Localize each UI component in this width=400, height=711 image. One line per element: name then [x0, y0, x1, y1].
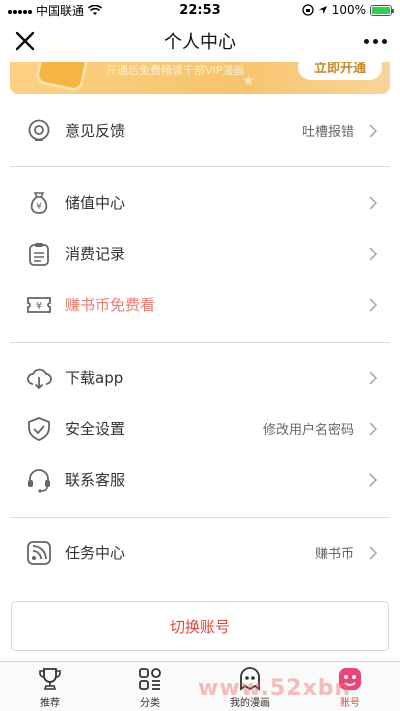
shield-icon [28, 416, 50, 441]
tab-label-recommend: 推荐 [40, 698, 60, 709]
cloud-download-icon [27, 368, 52, 389]
vip-badge-icon [34, 62, 90, 93]
chevron-right-icon [369, 123, 378, 138]
nav-bar: 个人中心 [0, 20, 400, 62]
menu-label-service: 联系客服 [65, 471, 126, 489]
chevron-right-icon [369, 472, 378, 487]
menu-label-security: 安全设置 [65, 420, 126, 438]
menu-group-wallet: ¥ 储值中心 消费记录 ¥ 赚书币免费看 [0, 177, 400, 330]
tab-label-my-comics: 我的漫画 [230, 698, 270, 709]
status-right: 100% [302, 3, 394, 17]
menu-value-feedback: 吐槽报错 [301, 125, 354, 140]
menu-label-download: 下载app [65, 369, 124, 387]
menu-label-free-coin: 赚书币免费看 [65, 296, 156, 314]
category-icon [139, 668, 161, 690]
menu-label-feedback: 意见反馈 [65, 122, 126, 140]
chevron-right-icon [369, 195, 378, 210]
lock-rotation-icon [302, 4, 314, 16]
tab-category[interactable]: 分类 [100, 662, 200, 711]
menu-item-recharge[interactable]: ¥ 储值中心 [0, 177, 400, 228]
carrier-label: 中国联通 [36, 3, 85, 18]
menu-item-service[interactable]: 联系客服 [0, 454, 400, 505]
vip-banner[interactable]: 开通后免费畅读千部VIP漫画 ★ 立即开通 [10, 62, 390, 94]
vip-banner-text: 开通后免费畅读千部VIP漫画 [106, 64, 245, 77]
tab-my-comics[interactable]: 我的漫画 [200, 662, 300, 711]
menu-group-feedback: 意见反馈 吐槽报错 [0, 105, 400, 156]
trophy-icon [39, 668, 61, 690]
chevron-right-icon [369, 246, 378, 261]
menu-value-tasks: 赚书币 [314, 547, 354, 562]
feedback-icon [28, 119, 50, 141]
chevron-right-icon [369, 545, 378, 560]
divider [10, 166, 390, 167]
svg-text:¥: ¥ [36, 301, 42, 312]
more-icon[interactable] [362, 30, 388, 52]
status-bar: 中国联通 22:53 100% [0, 0, 400, 20]
switch-account-button[interactable]: 切换账号 [11, 601, 389, 651]
chevron-right-icon [369, 421, 378, 436]
rss-icon [27, 540, 51, 565]
coin-ticket-icon: ¥ [27, 296, 51, 313]
wifi-icon [88, 4, 103, 15]
page-title: 个人中心 [164, 32, 236, 53]
divider [10, 517, 390, 518]
menu-item-download[interactable]: 下载app [0, 352, 400, 403]
tab-label-account: 账号 [340, 698, 360, 709]
open-vip-button[interactable]: 立即开通 [298, 62, 382, 80]
menu-value-security: 修改用户名密码 [262, 423, 354, 438]
ghost-icon [240, 667, 260, 691]
menu-group-tasks: 任务中心 赚书币 [0, 527, 400, 578]
tab-label-category: 分类 [140, 698, 160, 709]
divider [10, 342, 390, 343]
tab-account[interactable]: 账号 [300, 662, 400, 711]
menu-label-tasks: 任务中心 [65, 544, 126, 562]
menu-item-feedback[interactable]: 意见反馈 吐槽报错 [0, 105, 400, 156]
tab-recommend[interactable]: 推荐 [0, 662, 100, 711]
location-icon [318, 6, 327, 14]
menu-group-settings: 下载app 安全设置 修改用户名密码 联系客服 [0, 352, 400, 505]
money-bag-icon: ¥ [30, 191, 48, 214]
status-left: 中国联通 [8, 2, 103, 19]
menu-item-consume[interactable]: 消费记录 [0, 228, 400, 279]
chevron-right-icon [369, 297, 378, 312]
battery-fill [372, 6, 390, 14]
menu-item-free-coin[interactable]: ¥ 赚书币免费看 [0, 279, 400, 330]
clipboard-icon [29, 242, 49, 266]
menu-label-consume: 消费记录 [65, 245, 126, 263]
headset-icon [28, 468, 50, 493]
tab-bar: 推荐 分类 我的漫画 账号 [0, 661, 400, 711]
signal-icon [8, 6, 32, 14]
menu-label-recharge: 储值中心 [65, 194, 126, 212]
menu-item-tasks[interactable]: 任务中心 赚书币 [0, 527, 400, 578]
svg-text:¥: ¥ [36, 202, 42, 212]
battery-percent: 100% [331, 3, 366, 17]
close-icon[interactable] [12, 28, 38, 54]
chevron-right-icon [369, 370, 378, 385]
menu-item-security[interactable]: 安全设置 修改用户名密码 [0, 403, 400, 454]
battery-icon [370, 4, 394, 16]
star-icon: ★ [242, 73, 255, 89]
account-icon [339, 668, 361, 690]
